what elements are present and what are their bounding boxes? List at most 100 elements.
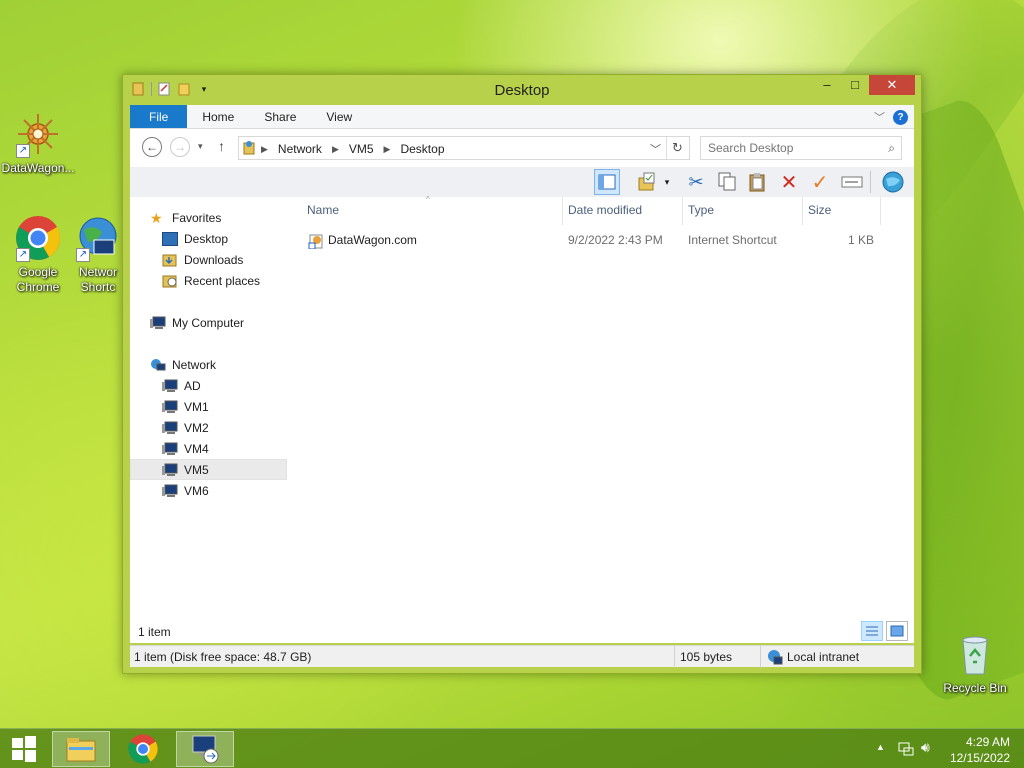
rename-icon[interactable]	[839, 169, 865, 195]
tab-home[interactable]: Home	[187, 105, 249, 128]
nav-network[interactable]: Network	[130, 354, 288, 375]
nav-item-downloads[interactable]: Downloads	[130, 249, 288, 270]
recent-locations-icon[interactable]: ▾	[198, 141, 203, 152]
nav-label: VM1	[184, 399, 209, 414]
network-status-icon[interactable]	[898, 740, 914, 759]
address-bar[interactable]: ▶ Network ▶ VM5 ▶ Desktop ﹀ ↻	[238, 136, 690, 160]
nav-item-vm1[interactable]: VM1	[130, 396, 288, 417]
breadcrumb-desktop[interactable]: Desktop	[400, 142, 444, 156]
help-icon[interactable]: ?	[893, 109, 908, 125]
breadcrumb: ▶ Network ▶ VM5 ▶ Desktop	[261, 142, 445, 156]
item-count: 1 item	[138, 625, 171, 639]
nav-label: Favorites	[172, 210, 222, 225]
nav-label: VM5	[184, 462, 209, 477]
status-separator	[674, 646, 675, 668]
properties-folder-icon[interactable]	[634, 169, 660, 195]
column-header-name[interactable]: Name	[307, 203, 339, 223]
forward-button[interactable]: →	[170, 137, 190, 157]
column-separator[interactable]	[562, 197, 563, 225]
taskbar-remote-desktop[interactable]	[176, 731, 234, 767]
tab-file[interactable]: File	[130, 105, 188, 128]
selection-size: 105 bytes	[680, 650, 733, 664]
content-area: ★ Favorites Desktop Downloads Recent pla…	[130, 195, 914, 643]
refresh-icon[interactable]: ↻	[666, 137, 688, 159]
desktop-icon-label: Networ Shortc	[78, 265, 117, 294]
file-type: Internet Shortcut	[688, 233, 777, 247]
computer-icon	[162, 421, 178, 435]
up-arrow-icon[interactable]: ↑	[218, 138, 225, 154]
search-icon[interactable]: ⌕	[888, 141, 895, 156]
desktop-icon-label: Recycle Bin	[943, 681, 1007, 695]
breadcrumb-network[interactable]: Network	[278, 142, 322, 156]
clock-date: 12/15/2022	[949, 751, 1010, 765]
globe-icon[interactable]	[880, 169, 906, 195]
preview-pane-icon[interactable]	[594, 169, 620, 195]
column-separator[interactable]	[880, 197, 881, 225]
nav-item-ad[interactable]: AD	[130, 375, 288, 396]
nav-item-vm6[interactable]: VM6	[130, 480, 288, 501]
star-icon: ★	[150, 209, 163, 226]
column-separator[interactable]	[802, 197, 803, 225]
column-header-type[interactable]: Type	[688, 203, 714, 223]
nav-favorites[interactable]: ★ Favorites	[130, 207, 288, 228]
sort-arrow-icon: ^	[426, 195, 430, 204]
taskbar: ▲ 🔊︎ 4:29 AM 12/15/2022	[0, 728, 1024, 768]
nav-item-vm5[interactable]: VM5	[130, 459, 287, 480]
datawagon-icon: ↗	[14, 110, 62, 158]
nav-item-vm4[interactable]: VM4	[130, 438, 288, 459]
taskbar-chrome[interactable]	[114, 731, 172, 767]
view-switcher	[861, 621, 908, 641]
copy-icon[interactable]	[714, 169, 740, 195]
nav-label: VM4	[184, 441, 209, 456]
shortcut-arrow-icon: ↗	[16, 144, 30, 158]
delete-icon[interactable]: ✕	[776, 169, 802, 195]
tab-share[interactable]: Share	[249, 105, 311, 128]
nav-my-computer[interactable]: My Computer	[130, 312, 288, 333]
nav-label: Downloads	[184, 252, 244, 267]
desktop-icon-label: DataWagon...	[1, 161, 75, 175]
address-dropdown-icon[interactable]: ﹀	[650, 141, 661, 157]
large-icons-view-icon[interactable]	[886, 621, 908, 641]
taskbar-file-explorer[interactable]	[52, 731, 110, 767]
title-bar[interactable]: ▾ Desktop – □ ✕	[123, 75, 921, 105]
paste-icon[interactable]	[744, 169, 770, 195]
window-controls: – □ ✕	[813, 75, 915, 95]
shortcut-arrow-icon: ↗	[16, 248, 30, 262]
tab-view[interactable]: View	[311, 105, 367, 128]
remote-desktop-icon	[192, 735, 219, 764]
show-hidden-icons-button[interactable]: ▲	[876, 742, 885, 752]
network-shortcut-icon: ↗	[74, 214, 122, 262]
desktop-icon-recycle-bin[interactable]: Recycle Bin	[937, 630, 1013, 696]
breadcrumb-vm5[interactable]: VM5	[349, 142, 374, 156]
chrome-icon: ↗	[14, 214, 62, 262]
desktop-icon-network-shortcut[interactable]: ↗ Networ Shortc	[70, 214, 126, 295]
column-separator[interactable]	[682, 197, 683, 225]
check-icon[interactable]: ✓	[807, 169, 833, 195]
details-view-icon[interactable]	[861, 621, 883, 641]
search-input[interactable]	[708, 138, 878, 158]
computer-icon	[162, 484, 178, 498]
close-button[interactable]: ✕	[869, 75, 915, 95]
toolbar-dropdown-icon[interactable]: ▾	[660, 169, 674, 195]
status-separator	[760, 646, 761, 668]
back-button[interactable]: ←	[142, 137, 162, 157]
nav-label: VM6	[184, 483, 209, 498]
start-button[interactable]	[0, 731, 48, 767]
column-header-date-modified[interactable]: Date modified	[568, 203, 642, 223]
minimize-button[interactable]: –	[813, 75, 841, 95]
maximize-button[interactable]: □	[841, 75, 869, 95]
expand-ribbon-icon[interactable]: ﹀	[874, 109, 885, 125]
nav-item-vm2[interactable]: VM2	[130, 417, 288, 438]
volume-icon[interactable]: 🔊︎	[921, 739, 930, 756]
computer-icon	[162, 400, 178, 414]
column-header-size[interactable]: Size	[808, 203, 831, 223]
nav-item-desktop[interactable]: Desktop	[130, 228, 288, 249]
desktop-icon-datawagon[interactable]: ↗ DataWagon...	[0, 110, 76, 176]
clock[interactable]: 4:29 AM 12/15/2022	[950, 734, 1010, 766]
address-row: ← → ▾ ↑ ▶ Network ▶ VM5 ▶ Desktop ﹀ ↻ ⌕	[130, 129, 914, 167]
security-zone: Local intranet	[787, 650, 860, 664]
recent-places-icon	[162, 274, 178, 288]
desktop-icon-chrome[interactable]: ↗ Google Chrome	[0, 214, 76, 295]
cut-icon[interactable]: ✂	[683, 169, 709, 195]
nav-item-recent-places[interactable]: Recent places	[130, 270, 288, 291]
